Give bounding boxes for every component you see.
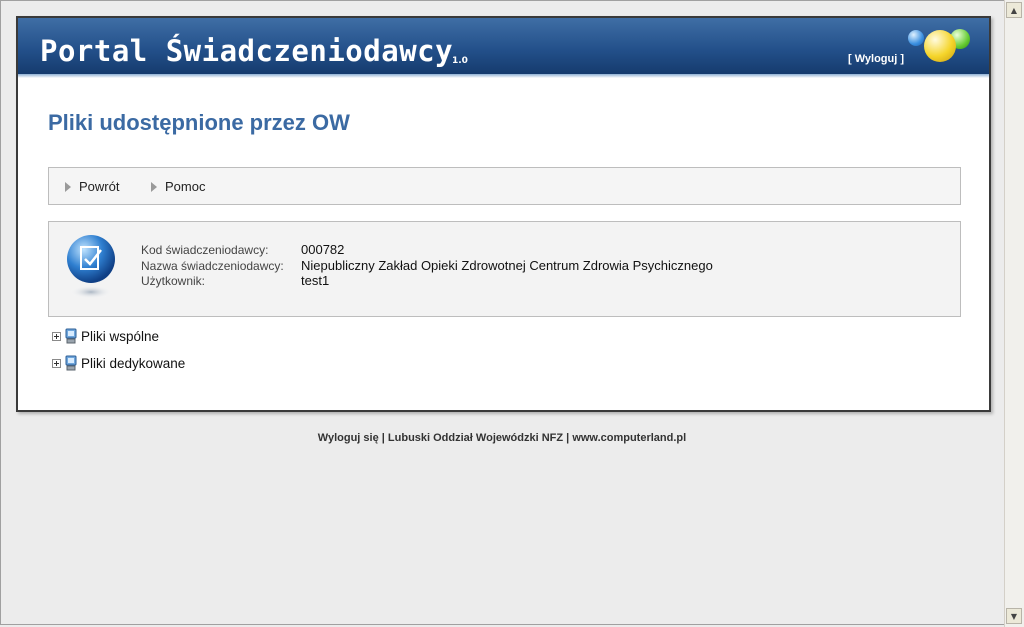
blue-ball-icon — [908, 30, 924, 46]
user-value: test1 — [301, 273, 330, 288]
footer-website-link[interactable]: www.computerland.pl — [572, 432, 686, 444]
computer-icon — [65, 328, 77, 344]
footer-separator: | — [563, 432, 573, 444]
page-title: Pliki udostępnione przez OW — [48, 110, 350, 135]
expand-plus-icon[interactable] — [52, 358, 61, 368]
tree-item-shared-files[interactable]: Pliki wspólne — [52, 328, 159, 344]
main-panel: Portal Świadczeniodawcy 1.0 [ Wyloguj ] … — [16, 16, 991, 412]
tree-item-label: Pliki dedykowane — [81, 355, 186, 371]
provider-name-label: Nazwa świadczeniodawcy: — [141, 259, 284, 273]
tree-item-label: Pliki wspólne — [81, 328, 160, 344]
document-check-icon — [67, 235, 115, 299]
back-label: Powrót — [79, 179, 120, 194]
provider-name-value: Niepubliczny Zakład Opieki Zdrowotnej Ce… — [301, 258, 713, 273]
header-divider — [18, 74, 989, 78]
expand-plus-icon[interactable] — [52, 331, 61, 341]
footer-org-label: Lubuski Oddział Wojewódzki NFZ — [387, 432, 564, 444]
portal-title: Portal Świadczeniodawcy — [40, 34, 454, 68]
provider-code-value: 000782 — [301, 242, 345, 257]
scroll-down-button[interactable]: ▼ — [1006, 608, 1022, 624]
footer: Wyloguj się | Lubuski Oddział Wojewódzki… — [0, 432, 1004, 444]
arrow-right-icon — [65, 181, 71, 192]
scroll-up-button[interactable]: ▲ — [1006, 2, 1022, 18]
logo-balls-icon — [904, 26, 984, 74]
user-label: Użytkownik: — [141, 274, 206, 288]
computer-icon — [65, 355, 77, 371]
tree-item-dedicated-files[interactable]: Pliki dedykowane — [52, 355, 185, 371]
back-button[interactable]: Powrót — [65, 179, 119, 194]
version-label: 1.0 — [452, 56, 468, 66]
footer-logout-link[interactable]: Wyloguj się — [318, 432, 379, 444]
logout-link[interactable]: [ Wyloguj ] — [848, 53, 904, 65]
yellow-ball-icon — [924, 30, 956, 62]
help-button[interactable]: Pomoc — [151, 179, 205, 194]
provider-code-label: Kod świadczeniodawcy: — [141, 243, 269, 257]
footer-separator: | — [378, 432, 388, 444]
arrow-right-icon — [151, 181, 157, 192]
provider-info-box: Kod świadczeniodawcy: 000782 Nazwa świad… — [48, 221, 961, 317]
help-label: Pomoc — [165, 179, 206, 194]
toolbar: Powrót Pomoc — [48, 167, 961, 205]
vertical-scrollbar[interactable]: ▲ ▼ — [1004, 0, 1024, 627]
header-banner: Portal Świadczeniodawcy 1.0 [ Wyloguj ] — [18, 18, 989, 76]
